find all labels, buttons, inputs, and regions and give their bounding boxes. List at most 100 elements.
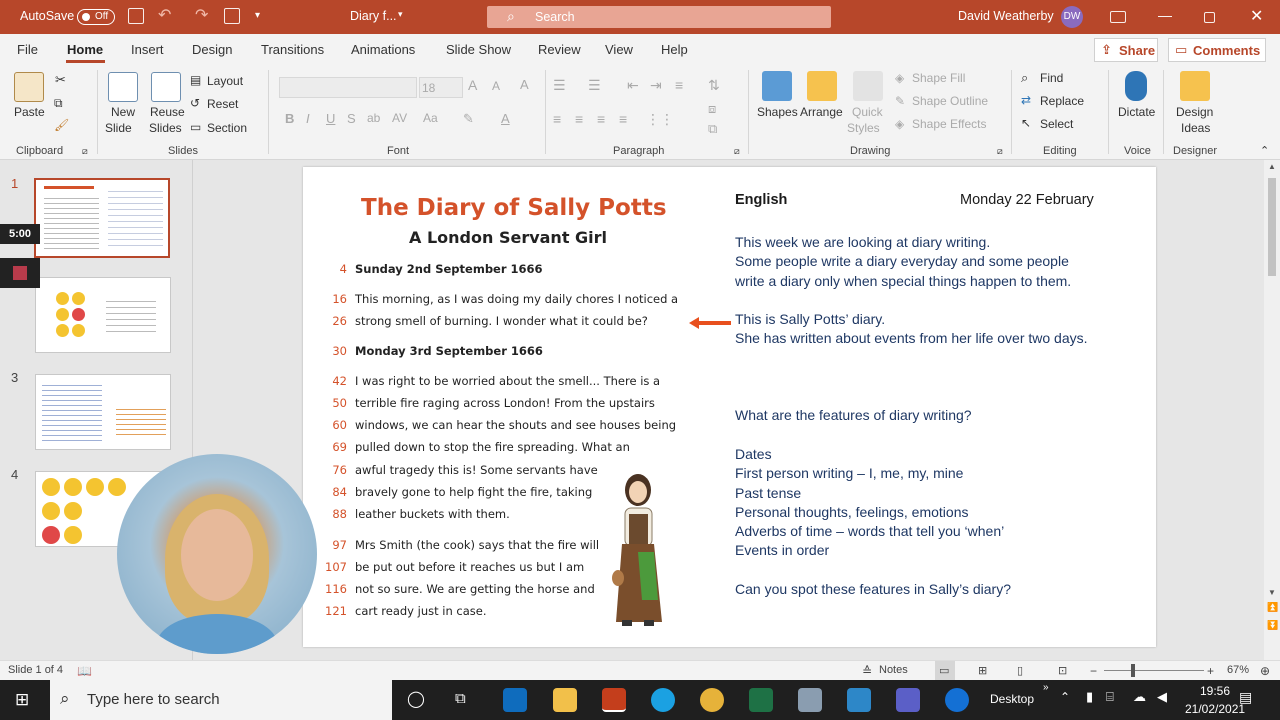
scroll-up-icon[interactable]: ▲ [1268, 162, 1276, 171]
notes-button[interactable]: Notes [879, 664, 908, 676]
battery-icon[interactable]: ▮ [1086, 689, 1093, 705]
arrange-icon[interactable] [807, 71, 837, 101]
new-slide-label-2[interactable]: Slide [105, 121, 132, 135]
excel-icon[interactable] [749, 688, 773, 712]
new-slide-label[interactable]: New [111, 105, 135, 119]
replace-button[interactable]: Replace [1040, 94, 1084, 108]
format-painter-icon[interactable]: 🖌 [54, 118, 69, 132]
paste-button[interactable]: Paste [14, 105, 45, 119]
tab-help[interactable]: Help [661, 42, 688, 57]
tab-insert[interactable]: Insert [131, 42, 164, 57]
grow-font-icon[interactable]: A [468, 77, 477, 93]
slide-thumbnail-1[interactable] [34, 178, 170, 258]
reuse-slides-icon[interactable] [151, 72, 181, 102]
section-button[interactable]: Section [207, 121, 247, 135]
design-ideas-label[interactable]: Design [1176, 105, 1213, 119]
select-icon[interactable]: ↖ [1021, 116, 1031, 130]
vertical-scrollbar[interactable]: ▲ ▼ ⏫ ⏬ [1264, 160, 1280, 660]
paste-icon[interactable] [14, 72, 44, 102]
clock-time[interactable]: 19:56 [1200, 684, 1230, 698]
dictate-button[interactable]: Dictate [1118, 105, 1155, 119]
shadow-icon[interactable]: S [347, 111, 356, 126]
minimize-icon[interactable]: — [1158, 7, 1172, 23]
font-name-box[interactable] [279, 77, 417, 98]
reading-view-icon[interactable]: ▯ [1017, 664, 1023, 677]
design-ideas-label-2[interactable]: Ideas [1181, 121, 1210, 135]
reset-button[interactable]: Reset [207, 97, 238, 111]
font-color-icon[interactable]: A [501, 111, 510, 126]
design-ideas-icon[interactable] [1180, 71, 1210, 101]
close-icon[interactable]: ✕ [1250, 6, 1263, 26]
snipping-tool-icon[interactable] [798, 688, 822, 712]
restore-icon[interactable] [1204, 12, 1215, 23]
comments-button[interactable]: ▭ Comments [1168, 38, 1266, 62]
avatar[interactable]: DW [1061, 6, 1083, 28]
collapse-ribbon-icon[interactable]: ⌃ [1260, 144, 1269, 157]
file-explorer-icon[interactable] [553, 688, 577, 712]
shapes-icon[interactable] [762, 71, 792, 101]
previous-slide-icon[interactable]: ⏫ [1267, 602, 1278, 613]
notes-icon[interactable]: ≙ [862, 664, 872, 678]
search-box[interactable]: ⌕ Search [487, 6, 831, 28]
tab-view[interactable]: View [605, 42, 633, 57]
bullets-icon[interactable]: ☰ [553, 77, 566, 94]
layout-icon[interactable]: ▤ [190, 73, 201, 87]
quick-styles-label-2[interactable]: Styles [847, 121, 880, 135]
ribbon-display-icon[interactable] [1110, 11, 1126, 23]
smartart-icon[interactable]: ⧉ [708, 121, 717, 137]
customize-qat-icon[interactable]: ▾ [255, 10, 271, 26]
toolbar-expand-icon[interactable]: » [1043, 682, 1049, 693]
clock-date[interactable]: 21/02/2021 [1185, 702, 1245, 716]
chrome-icon[interactable] [700, 688, 724, 712]
new-slide-icon[interactable] [108, 72, 138, 102]
line-spacing-icon[interactable]: ≡ [675, 77, 683, 93]
select-button[interactable]: Select [1040, 117, 1073, 131]
text-direction-icon[interactable]: ⇅ [708, 77, 720, 94]
redo-icon[interactable]: ↷ [195, 5, 211, 24]
align-right-icon[interactable]: ≡ [597, 111, 605, 127]
scroll-down-icon[interactable]: ▼ [1268, 588, 1276, 597]
replace-icon[interactable]: ⇄ [1021, 93, 1031, 107]
tab-transitions[interactable]: Transitions [261, 42, 324, 57]
section-icon[interactable]: ▭ [190, 120, 201, 134]
find-button[interactable]: Find [1040, 71, 1063, 85]
zoom-level[interactable]: 67% [1227, 664, 1249, 676]
share-button[interactable]: ⇪ Share [1094, 38, 1158, 62]
change-case-icon[interactable]: Aa [423, 111, 438, 125]
next-slide-icon[interactable]: ⏬ [1267, 620, 1278, 631]
align-text-icon[interactable]: ⧈ [708, 101, 716, 117]
user-name[interactable]: David Weatherby [958, 9, 1054, 23]
justify-icon[interactable]: ≡ [619, 111, 627, 127]
reset-icon[interactable]: ↺ [190, 96, 200, 110]
spelling-icon[interactable]: 📖 [77, 664, 92, 678]
teams-icon[interactable] [896, 688, 920, 712]
find-icon[interactable]: ⌕ [1021, 70, 1028, 86]
edge-icon[interactable] [651, 688, 675, 712]
increase-indent-icon[interactable]: ⇥ [650, 77, 662, 94]
zoom-slider[interactable] [1104, 670, 1204, 671]
highlight-icon[interactable]: ✎ [463, 111, 474, 127]
align-left-icon[interactable]: ≡ [553, 111, 561, 127]
task-view-icon[interactable]: ⧉ [455, 690, 466, 707]
arrange-button[interactable]: Arrange [800, 105, 843, 119]
fit-to-window-icon[interactable]: ⊕ [1260, 664, 1270, 678]
info-icon[interactable] [945, 688, 969, 712]
slide-thumbnail-2[interactable] [35, 277, 171, 353]
tab-design[interactable]: Design [192, 42, 232, 57]
quick-styles-icon[interactable] [853, 71, 883, 101]
shape-fill-icon[interactable]: ◈ [895, 71, 904, 85]
bold-icon[interactable]: B [285, 111, 294, 126]
tab-slide-show[interactable]: Slide Show [446, 42, 511, 57]
save-icon[interactable] [128, 8, 144, 24]
clipboard-launcher-icon[interactable]: ⧄ [82, 146, 88, 157]
autosave-toggle[interactable]: Off [77, 9, 115, 25]
notification-icon[interactable]: ▤ [1239, 689, 1252, 706]
undo-icon[interactable]: ↶ [158, 5, 174, 24]
network-icon[interactable]: ⌸ [1106, 689, 1114, 705]
shape-effects-button[interactable]: Shape Effects [912, 117, 987, 131]
slide-thumbnail-3[interactable] [35, 374, 171, 450]
reuse-slides-label-2[interactable]: Slides [149, 121, 182, 135]
present-icon[interactable] [224, 8, 240, 24]
shape-effects-icon[interactable]: ◈ [895, 117, 904, 131]
tab-file[interactable]: File [17, 42, 38, 57]
